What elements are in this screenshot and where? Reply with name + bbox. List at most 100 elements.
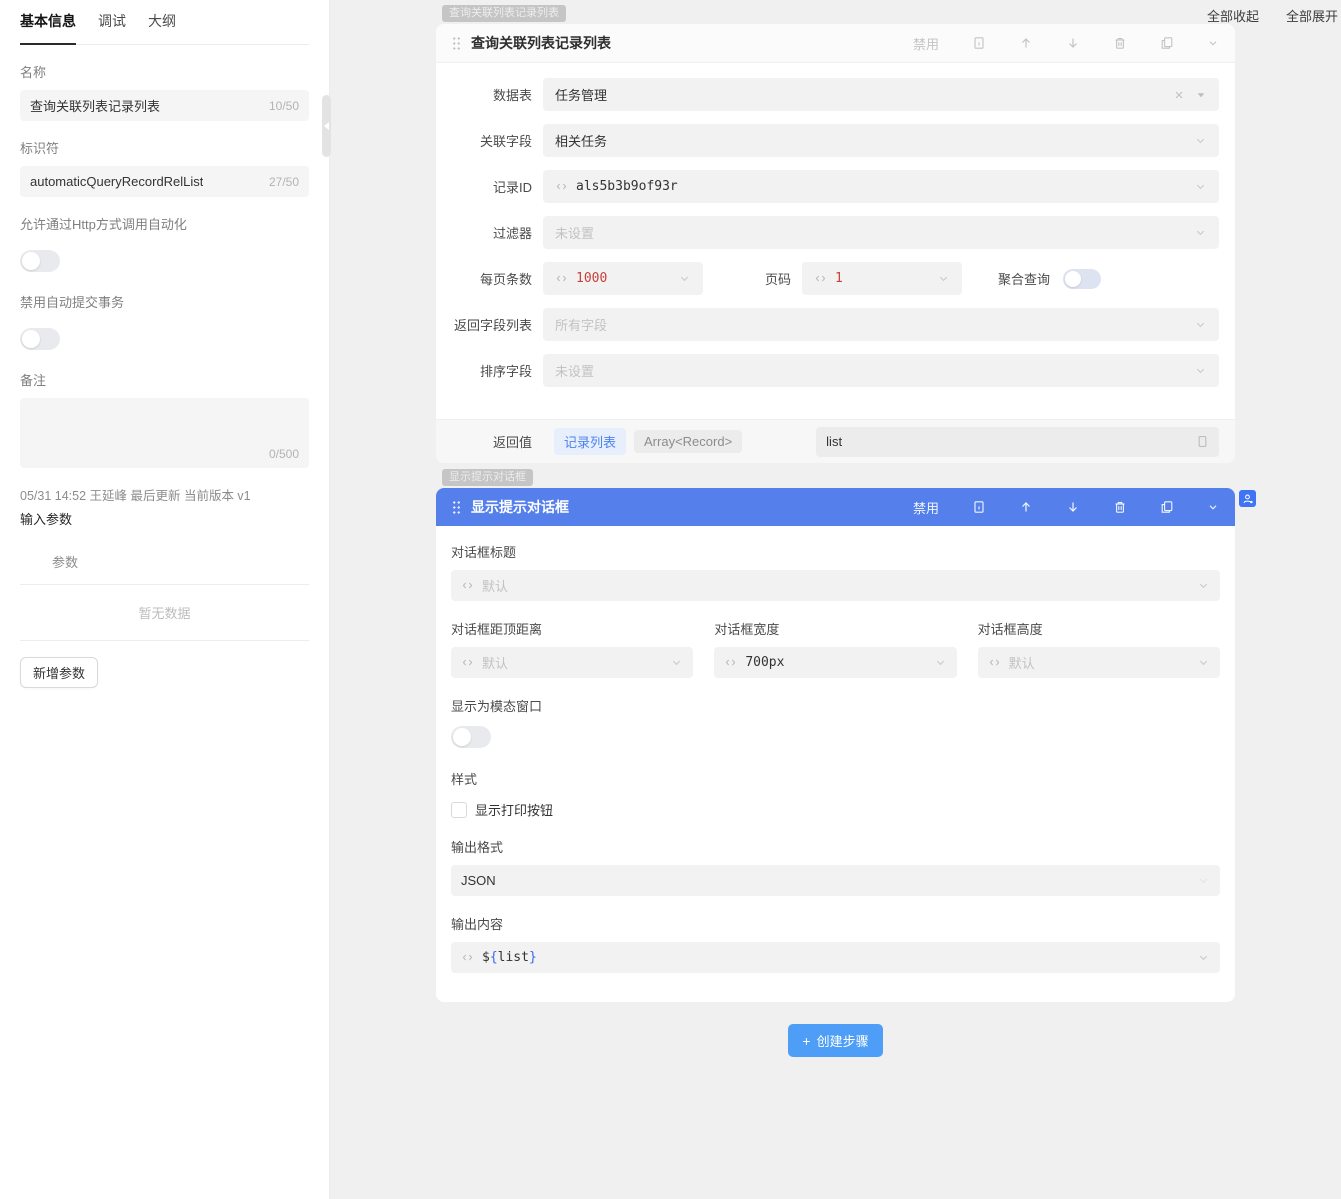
drag-handle-icon[interactable]: [452, 500, 461, 515]
plus-icon: +: [802, 1034, 810, 1048]
duplicate-icon[interactable]: [1160, 36, 1174, 50]
move-up-icon[interactable]: [1019, 500, 1033, 514]
disable-auto-commit-toggle[interactable]: [20, 328, 60, 350]
output-format-select[interactable]: JSON: [451, 865, 1220, 896]
dialog-top-placeholder: 默认: [482, 653, 508, 672]
dialog-height-placeholder: 默认: [1009, 653, 1035, 672]
name-counter: 10/50: [269, 99, 299, 113]
toggle-knob: [22, 330, 40, 348]
name-label: 名称: [20, 62, 309, 81]
chevron-down-icon[interactable]: [670, 656, 683, 669]
sort-field-select[interactable]: 未设置: [543, 354, 1219, 387]
code-icon: [555, 180, 568, 193]
dialog-width-label: 对话框宽度: [714, 619, 956, 638]
remark-label: 备注: [20, 370, 309, 389]
disable-step-button[interactable]: 禁用: [913, 498, 939, 517]
delete-icon[interactable]: [1113, 500, 1127, 514]
identifier-input[interactable]: automaticQueryRecordRelList 27/50: [20, 166, 309, 197]
disable-step-button[interactable]: 禁用: [913, 34, 939, 53]
chevron-down-icon[interactable]: [934, 656, 947, 669]
chevron-down-icon[interactable]: [1194, 318, 1207, 331]
chevron-down-icon[interactable]: [1197, 656, 1210, 669]
chevron-down-icon[interactable]: [1194, 226, 1207, 239]
toggle-knob: [1065, 271, 1081, 287]
step2-header[interactable]: 显示提示对话框 禁用: [436, 488, 1235, 526]
collapse-step-icon[interactable]: [1207, 501, 1219, 513]
params-empty-state: 暂无数据: [20, 585, 309, 641]
step2-card: 显示提示对话框 禁用: [436, 488, 1235, 1002]
chevron-down-icon[interactable]: [1194, 180, 1207, 193]
move-up-icon[interactable]: [1019, 36, 1033, 50]
page-num-select[interactable]: 1: [802, 262, 962, 295]
caret-down-icon[interactable]: [1195, 89, 1207, 101]
add-param-button[interactable]: 新增参数: [20, 657, 98, 688]
code-icon: [555, 272, 568, 285]
datasheet-value: 任务管理: [555, 85, 607, 104]
tab-outline[interactable]: 大纲: [148, 11, 176, 44]
record-id-input[interactable]: als5b3b9of93r: [543, 170, 1219, 203]
code-icon: [814, 272, 827, 285]
step1-header[interactable]: 查询关联列表记录列表 禁用: [436, 24, 1235, 63]
identifier-value: automaticQueryRecordRelList: [30, 174, 203, 189]
move-down-icon[interactable]: [1066, 36, 1080, 50]
datasheet-select[interactable]: 任务管理: [543, 78, 1219, 111]
return-type-tag[interactable]: 记录列表: [554, 428, 626, 455]
delete-icon[interactable]: [1113, 36, 1127, 50]
output-content-value: ${list}: [482, 950, 537, 965]
collapse-all-link[interactable]: 全部收起: [1207, 6, 1259, 25]
remark-textarea[interactable]: 0/500: [20, 398, 309, 468]
print-button-label: 显示打印按钮: [475, 800, 553, 819]
page-size-select[interactable]: 1000: [543, 262, 703, 295]
steps-list: 查询关联列表记录列表 查询关联列表记录列表 禁用: [436, 0, 1235, 1057]
tab-debug[interactable]: 调试: [98, 11, 126, 44]
return-name-input[interactable]: list: [816, 427, 1219, 457]
dialog-title-label: 对话框标题: [451, 542, 1220, 561]
move-down-icon[interactable]: [1066, 500, 1080, 514]
http-call-toggle[interactable]: [20, 250, 60, 272]
name-input[interactable]: 查询关联列表记录列表 10/50: [20, 90, 309, 121]
dialog-width-select[interactable]: 700px: [714, 647, 956, 678]
return-fields-select[interactable]: 所有字段: [543, 308, 1219, 341]
version-meta: 05/31 14:52 王延峰 最后更新 当前版本 v1: [20, 488, 309, 504]
toggle-knob: [22, 252, 40, 270]
sidebar-collapse-handle[interactable]: [322, 95, 331, 157]
identifier-counter: 27/50: [269, 175, 299, 189]
filter-select[interactable]: 未设置: [543, 216, 1219, 249]
dialog-top-select[interactable]: 默认: [451, 647, 693, 678]
chevron-down-icon[interactable]: [1197, 579, 1210, 592]
print-button-checkbox[interactable]: [451, 802, 467, 818]
chevron-down-icon[interactable]: [1197, 874, 1210, 887]
chevron-down-icon[interactable]: [1194, 364, 1207, 377]
chevron-down-icon[interactable]: [937, 272, 950, 285]
step1-body: 数据表 任务管理 关联字段: [436, 63, 1235, 419]
chevron-down-icon[interactable]: [1197, 951, 1210, 964]
step1-return-row: 返回值 记录列表 Array<Record> list: [436, 419, 1235, 463]
record-id-value: als5b3b9of93r: [576, 179, 678, 194]
input-params-title: 输入参数: [20, 509, 309, 528]
sort-field-label: 排序字段: [452, 361, 532, 380]
expand-controls: 全部收起 全部展开: [1207, 6, 1338, 25]
note-icon[interactable]: [972, 36, 986, 50]
link-field-select[interactable]: 相关任务: [543, 124, 1219, 157]
expand-all-link[interactable]: 全部展开: [1286, 6, 1338, 25]
chevron-down-icon[interactable]: [678, 272, 691, 285]
dialog-title-placeholder: 默认: [482, 576, 508, 595]
clear-icon[interactable]: [1173, 89, 1185, 101]
step2-controls: 禁用: [913, 498, 1219, 517]
collaborator-cursor-badge: [1239, 490, 1256, 507]
drag-handle-icon[interactable]: [452, 36, 461, 51]
collapse-step-icon[interactable]: [1207, 37, 1219, 49]
note-icon[interactable]: [972, 500, 986, 514]
dialog-height-label: 对话框高度: [978, 619, 1220, 638]
output-content-input[interactable]: ${list}: [451, 942, 1220, 973]
chevron-down-icon[interactable]: [1194, 134, 1207, 147]
create-step-button[interactable]: + 创建步骤: [788, 1024, 882, 1057]
code-icon: [461, 656, 474, 669]
dialog-height-select[interactable]: 默认: [978, 647, 1220, 678]
aggregate-toggle[interactable]: [1063, 269, 1101, 289]
duplicate-icon[interactable]: [1160, 500, 1174, 514]
copy-icon[interactable]: [1196, 435, 1209, 448]
modal-toggle[interactable]: [451, 726, 491, 748]
tab-basic-info[interactable]: 基本信息: [20, 11, 76, 44]
dialog-title-select[interactable]: 默认: [451, 570, 1220, 601]
